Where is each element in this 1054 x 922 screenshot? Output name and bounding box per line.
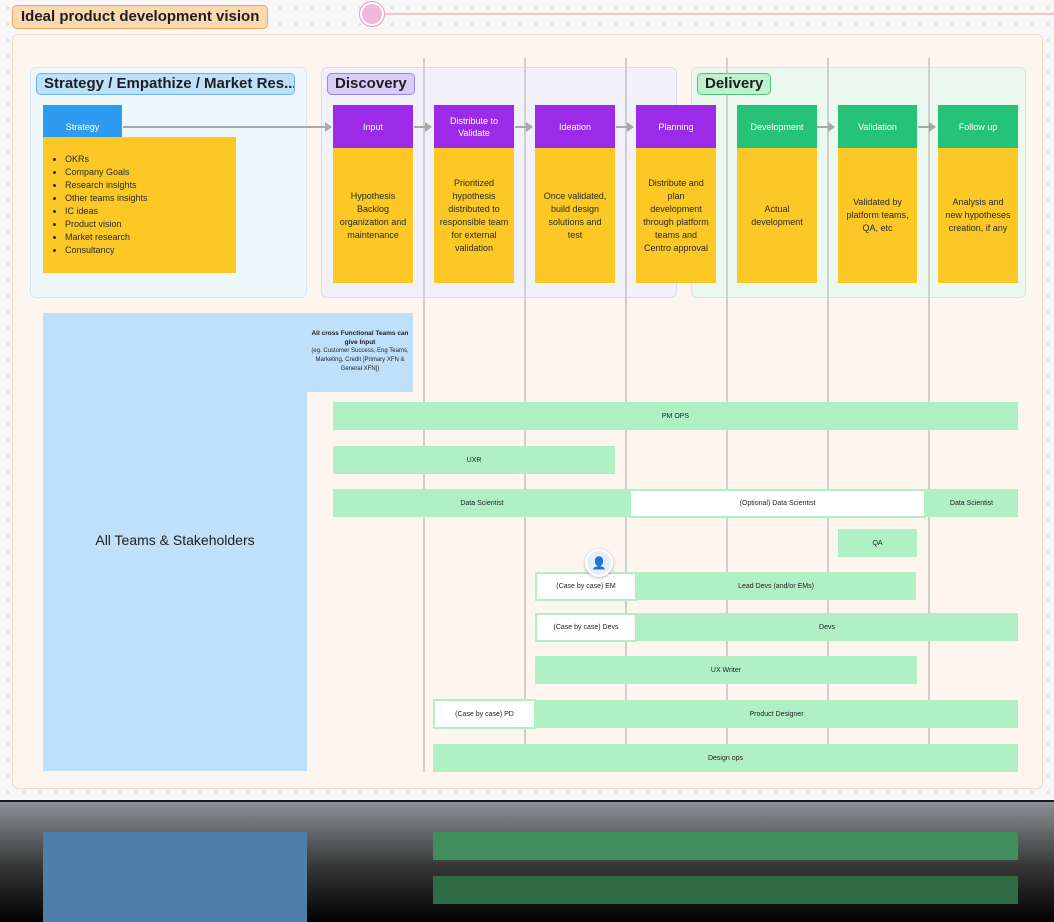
- xfn-note-body: (eg. Customer Success, Eng Teams, Market…: [311, 348, 409, 372]
- flow-arrow[interactable]: [817, 122, 835, 132]
- stage-head-follow-up[interactable]: Follow up: [938, 105, 1018, 148]
- reflected-lane: [433, 832, 1018, 860]
- strategy-item: Consultancy: [65, 244, 148, 257]
- lane-data-scientist[interactable]: Data Scientist: [333, 489, 631, 517]
- flow-arrow[interactable]: [414, 122, 432, 132]
- stage-note-follow-up[interactable]: Analysis and new hypotheses creation, if…: [938, 148, 1018, 283]
- lane-case-devs[interactable]: (Case by case) Devs: [535, 613, 637, 642]
- stage-head-input[interactable]: Input: [333, 105, 413, 148]
- section-label-strategy[interactable]: Strategy / Empathize / Market Res...: [36, 73, 295, 95]
- lane-pm-ops[interactable]: PM OPS: [333, 402, 1018, 430]
- strategy-item: OKRs: [65, 153, 148, 166]
- flow-arrow[interactable]: [616, 122, 634, 132]
- lane-lead-devs[interactable]: Lead Devs (and/or EMs): [636, 572, 916, 600]
- xfn-note-title: All cross Functional Teams can give Inpu…: [311, 330, 409, 346]
- reflected-stakeholders-block: [43, 832, 307, 922]
- stakeholders-label: All Teams & Stakeholders: [95, 532, 255, 548]
- lane-design-ops[interactable]: Design ops: [433, 744, 1018, 772]
- lane-data-scientist-end[interactable]: Data Scientist: [925, 489, 1018, 517]
- avatar-icon[interactable]: 👤: [585, 549, 613, 577]
- connector-line: [382, 13, 1054, 15]
- stage-note-development[interactable]: Actual development: [737, 148, 817, 283]
- stage-note-distribute[interactable]: Prioritized hypothesis distributed to re…: [434, 148, 514, 283]
- strategy-sticky-note[interactable]: OKRs Company Goals Research insights Oth…: [43, 137, 236, 273]
- strategy-item: Research insights: [65, 179, 148, 192]
- strategy-item: Other teams insights: [65, 192, 148, 205]
- lane-uxr[interactable]: UXR: [333, 446, 615, 474]
- stage-note-validation[interactable]: Validated by platform teams, QA, etc: [838, 148, 917, 283]
- lane-qa[interactable]: QA: [838, 529, 917, 557]
- lane-product-designer[interactable]: Product Designer: [535, 700, 1018, 728]
- lane-ux-writer[interactable]: UX Writer: [535, 656, 917, 684]
- strategy-item: Product vision: [65, 218, 148, 231]
- lane-devs[interactable]: Devs: [636, 613, 1018, 641]
- stage-note-input[interactable]: Hypothesis Backlog organization and main…: [333, 148, 413, 283]
- strategy-item: IC ideas: [65, 205, 148, 218]
- stage-note-ideation[interactable]: Once validated, build design solutions a…: [535, 148, 615, 283]
- section-label-delivery[interactable]: Delivery: [697, 73, 772, 95]
- stage-head-distribute[interactable]: Distribute to Validate: [434, 105, 514, 148]
- stage-head-validation[interactable]: Validation: [838, 105, 917, 148]
- flow-arrow[interactable]: [515, 122, 533, 132]
- stakeholders-block[interactable]: [43, 391, 307, 771]
- stage-head-development[interactable]: Development: [737, 105, 817, 148]
- flow-arrow[interactable]: [123, 122, 332, 132]
- reflected-lane: [433, 876, 1018, 904]
- stage-head-planning[interactable]: Planning: [636, 105, 716, 148]
- strategy-list: OKRs Company Goals Research insights Oth…: [55, 153, 148, 257]
- lane-case-em[interactable]: (Case by case) EM: [535, 572, 637, 601]
- pin-icon[interactable]: [360, 2, 384, 26]
- flow-arrow[interactable]: [918, 122, 936, 132]
- stage-note-planning[interactable]: Distribute and plan development through …: [636, 148, 716, 283]
- strategy-item: Market research: [65, 231, 148, 244]
- reflection-overlay: [0, 802, 1054, 922]
- strategy-item: Company Goals: [65, 166, 148, 179]
- section-label-discovery[interactable]: Discovery: [327, 73, 415, 95]
- lane-case-pd[interactable]: (Case by case) PD: [433, 699, 536, 729]
- xfn-input-note: All cross Functional Teams can give Inpu…: [307, 329, 413, 374]
- lane-optional-data-scientist[interactable]: (Optional) Data Scientist: [629, 489, 926, 518]
- stage-head-ideation[interactable]: Ideation: [535, 105, 615, 148]
- board-title[interactable]: Ideal product development vision: [12, 5, 269, 29]
